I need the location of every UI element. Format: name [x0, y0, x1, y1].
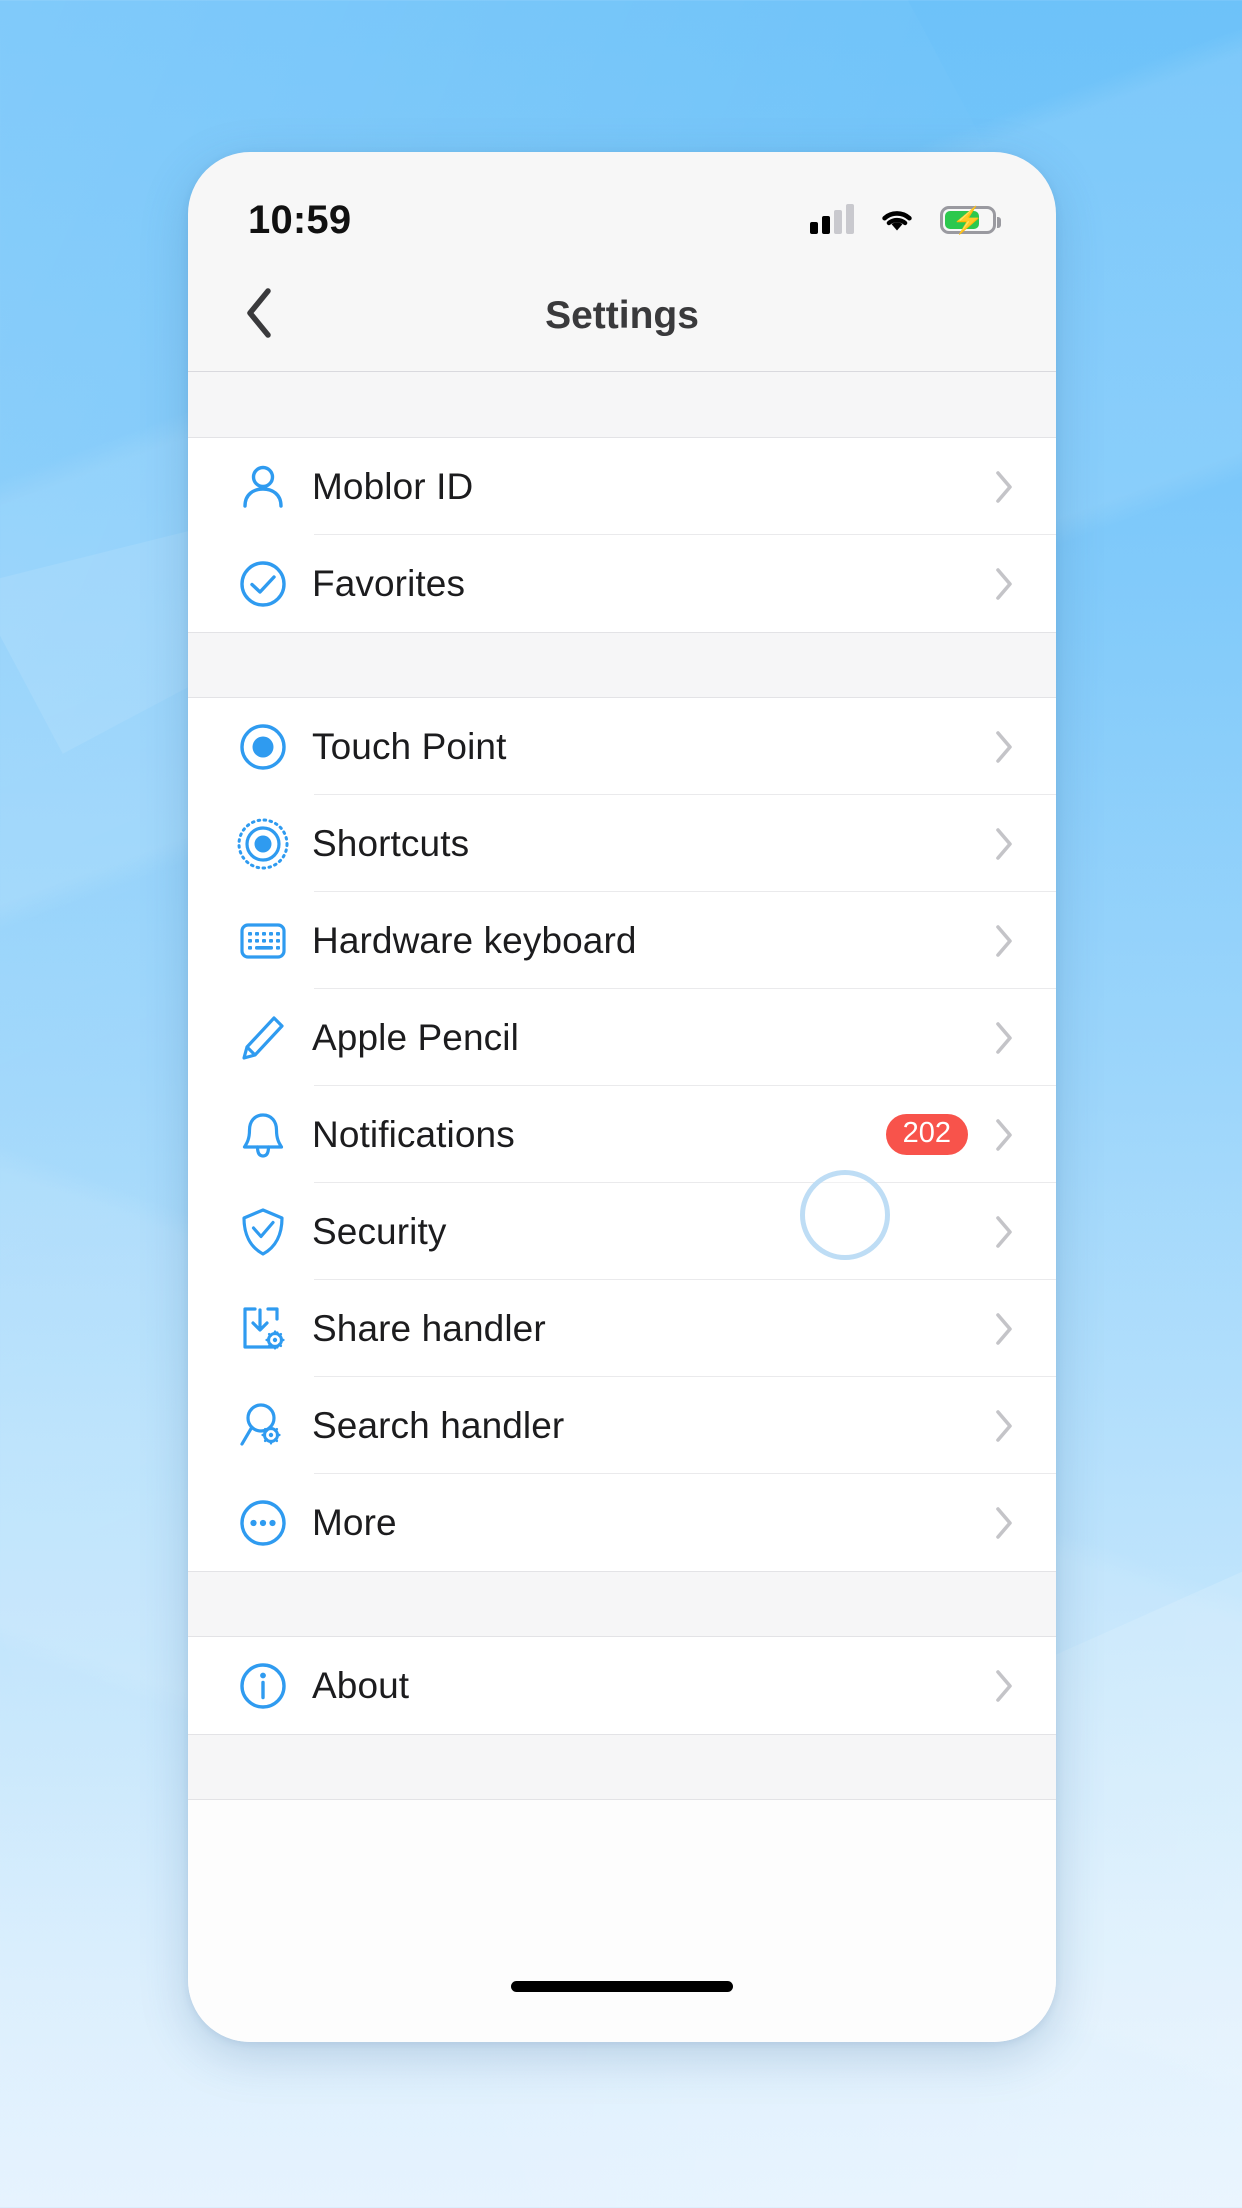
group-spacer-bottom — [188, 1734, 1056, 1800]
list-item-search-handler[interactable]: Search handler — [188, 1377, 1056, 1474]
list-item-share-handler[interactable]: Share handler — [188, 1280, 1056, 1377]
chevron-right-icon — [990, 827, 1018, 861]
bell-icon — [226, 1109, 300, 1161]
status-bar: 10:59 ⚡ — [188, 152, 1056, 260]
chevron-right-icon — [990, 567, 1018, 601]
radio-dotted-ring-icon — [226, 817, 300, 871]
list-item-label: Favorites — [312, 562, 466, 604]
list-item-hardware-keyboard[interactable]: Hardware keyboard — [188, 892, 1056, 989]
list-item-moblor-id[interactable]: Moblor ID — [188, 438, 1056, 535]
list-item-label: Shortcuts — [312, 822, 470, 864]
list-item-touch-point[interactable]: Touch Point — [188, 698, 1056, 795]
home-indicator-bar[interactable] — [511, 1981, 733, 1992]
wifi-icon — [878, 206, 916, 234]
chevron-right-icon — [990, 470, 1018, 504]
list-item-label: Moblor ID — [312, 465, 474, 507]
battery-charging-icon: ⚡ — [940, 205, 1001, 235]
list-item-label: More — [312, 1501, 397, 1543]
page-title: Settings — [545, 293, 699, 337]
status-bar-clock: 10:59 — [248, 197, 352, 242]
chevron-right-icon — [990, 1312, 1018, 1346]
chevron-right-icon — [990, 924, 1018, 958]
list-item-about[interactable]: About — [188, 1637, 1056, 1734]
phone-screen: 10:59 ⚡ Settings Moblor ID Favorites Tou… — [188, 152, 1056, 2042]
chevron-left-icon — [244, 287, 274, 344]
list-item-more[interactable]: More — [188, 1474, 1056, 1571]
shield-check-icon — [226, 1206, 300, 1258]
settings-list: Moblor ID Favorites Touch Point Shortcut… — [188, 372, 1056, 2042]
cellular-signal-icon — [810, 204, 854, 234]
list-item-label: About — [312, 1664, 410, 1706]
group-spacer — [188, 372, 1056, 438]
list-item-label: Apple Pencil — [312, 1016, 519, 1058]
radio-filled-icon — [226, 721, 300, 773]
list-item-notifications[interactable]: Notifications 202 — [188, 1086, 1056, 1183]
list-item-security[interactable]: Security — [188, 1183, 1056, 1280]
settings-group-account: Moblor ID Favorites — [188, 438, 1056, 632]
list-item-label: Search handler — [312, 1404, 565, 1446]
list-item-shortcuts[interactable]: Shortcuts — [188, 795, 1056, 892]
list-item-favorites[interactable]: Favorites — [188, 535, 1056, 632]
share-handler-icon — [226, 1303, 300, 1355]
chevron-right-icon — [990, 1506, 1018, 1540]
chevron-right-icon — [990, 1409, 1018, 1443]
chevron-right-icon — [990, 1118, 1018, 1152]
back-button[interactable] — [228, 285, 290, 347]
chevron-right-icon — [990, 1215, 1018, 1249]
list-item-label: Notifications — [312, 1113, 515, 1155]
status-bar-icons: ⚡ — [810, 204, 1001, 235]
info-circle-icon — [226, 1660, 300, 1712]
nav-bar: Settings — [188, 260, 1056, 372]
list-item-label: Hardware keyboard — [312, 919, 637, 961]
group-spacer — [188, 632, 1056, 698]
list-item-label: Share handler — [312, 1307, 546, 1349]
list-item-label: Security — [312, 1210, 447, 1252]
person-icon — [226, 461, 300, 513]
chevron-right-icon — [990, 1669, 1018, 1703]
keyboard-icon — [226, 916, 300, 966]
list-item-label: Touch Point — [312, 725, 507, 767]
group-spacer — [188, 1571, 1056, 1637]
pencil-icon — [226, 1012, 300, 1064]
charging-bolt-icon: ⚡ — [951, 205, 985, 235]
chevron-right-icon — [990, 730, 1018, 764]
chevron-right-icon — [990, 1021, 1018, 1055]
ellipsis-circle-icon — [226, 1497, 300, 1549]
settings-group-information: About — [188, 1637, 1056, 1734]
check-circle-icon — [226, 558, 300, 610]
settings-group-system: Touch Point Shortcuts Hardware keyboard … — [188, 698, 1056, 1571]
list-item-apple-pencil[interactable]: Apple Pencil — [188, 989, 1056, 1086]
search-handler-icon — [226, 1400, 300, 1452]
notifications-badge: 202 — [885, 1114, 968, 1155]
